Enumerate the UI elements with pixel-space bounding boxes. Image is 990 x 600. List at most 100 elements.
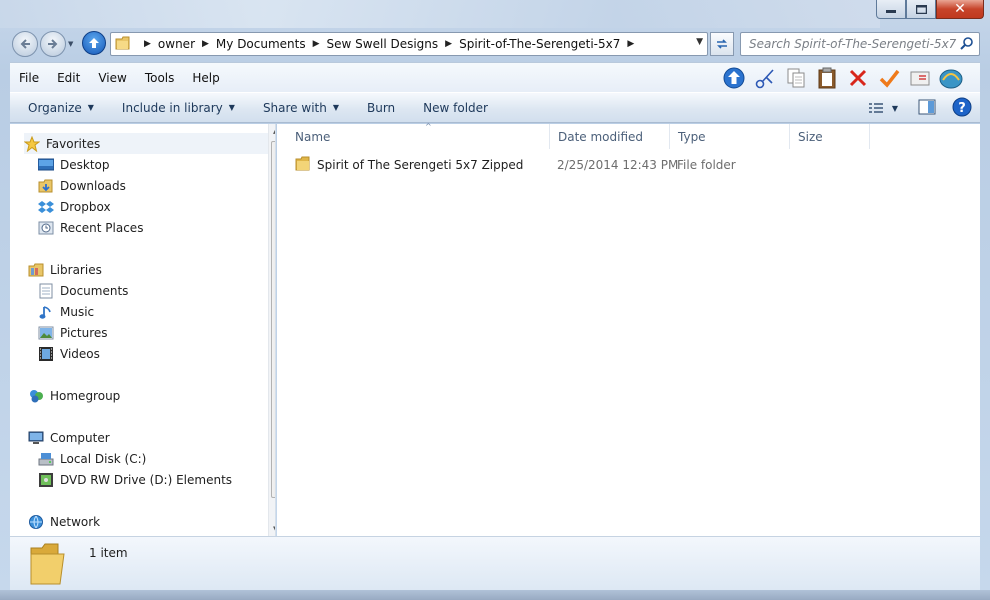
properties-icon: [910, 71, 929, 86]
maximize-button[interactable]: [906, 0, 936, 19]
breadcrumb-current-folder[interactable]: Spirit-of-The-Serengeti-5x7: [459, 37, 620, 51]
nav-dropbox[interactable]: Dropbox: [38, 196, 275, 217]
column-header-type[interactable]: Type: [670, 124, 790, 149]
breadcrumb-chevron-icon[interactable]: ▶: [144, 39, 151, 49]
breadcrumb-chevron-icon[interactable]: ▶: [313, 39, 320, 49]
breadcrumb-sew-swell-designs[interactable]: Sew Swell Designs: [327, 37, 439, 51]
column-header-date-modified[interactable]: Date modified: [550, 124, 670, 149]
scrollbar-thumb[interactable]: [271, 141, 275, 498]
menu-help[interactable]: Help: [183, 71, 228, 85]
nav-favorites[interactable]: Favorites: [24, 133, 274, 154]
nav-computer[interactable]: Computer: [28, 427, 275, 448]
nav-documents[interactable]: Documents: [38, 280, 275, 301]
large-folder-icon: [30, 543, 65, 585]
file-name: Spirit of The Serengeti 5x7 Zipped: [317, 158, 524, 172]
forward-button[interactable]: [40, 31, 66, 57]
scroll-down-icon[interactable]: ▼: [273, 525, 275, 533]
breadcrumb-chevron-icon[interactable]: ▶: [202, 39, 209, 49]
change-view-button[interactable]: [868, 102, 884, 116]
search-input[interactable]: Search Spirit-of-The-Serengeti-5x7: [740, 32, 980, 56]
pictures-icon: [38, 325, 54, 341]
refresh-button[interactable]: [710, 32, 734, 56]
address-history-dropdown[interactable]: ▼: [696, 37, 703, 47]
copy-toolbar-button[interactable]: [780, 65, 811, 91]
forward-arrow-icon: [48, 39, 58, 49]
nav-desktop[interactable]: Desktop: [38, 154, 275, 175]
explorer-window: ✕ ▼ ▶ owner ▶ My Documents ▶ Sew Swell D…: [0, 0, 990, 600]
file-row[interactable]: Spirit of The Serengeti 5x7 Zipped 2/25/…: [295, 154, 975, 176]
breadcrumb-chevron-icon[interactable]: ▶: [627, 39, 634, 49]
desktop-icon: [38, 157, 54, 173]
nav-downloads[interactable]: Downloads: [38, 175, 275, 196]
address-bar[interactable]: ▶ owner ▶ My Documents ▶ Sew Swell Desig…: [110, 32, 708, 56]
recent-places-icon: [38, 220, 54, 236]
command-bar: Organize ▼ Include in library ▼ Share with…: [10, 92, 980, 123]
view-options-dropdown[interactable]: ▼: [892, 104, 898, 113]
close-icon: ✕: [954, 1, 966, 17]
delete-icon: [849, 69, 866, 87]
delete-toolbar-button[interactable]: [842, 65, 873, 91]
menu-edit[interactable]: Edit: [48, 71, 89, 85]
paste-toolbar-button[interactable]: [811, 65, 842, 91]
nav-label: Downloads: [60, 178, 126, 193]
background-window-edge: [0, 590, 990, 600]
menu-file[interactable]: File: [10, 71, 48, 85]
share-with-button[interactable]: Share with ▼: [254, 101, 348, 115]
nav-dvd-drive-d[interactable]: DVD RW Drive (D:) Elements: [38, 469, 275, 490]
up-icon: [723, 67, 744, 89]
column-header-size[interactable]: Size: [790, 124, 870, 149]
chevron-down-icon: ▼: [332, 103, 339, 112]
back-button[interactable]: [12, 31, 38, 57]
back-arrow-icon: [20, 39, 30, 49]
preview-pane-button[interactable]: [918, 99, 936, 118]
nav-pictures[interactable]: Pictures: [38, 322, 275, 343]
recent-pages-dropdown[interactable]: ▼: [68, 40, 73, 48]
help-button[interactable]: ?: [952, 97, 972, 120]
nav-label: Recent Places: [60, 220, 144, 235]
nav-label: DVD RW Drive (D:) Elements: [60, 472, 233, 487]
menu-view[interactable]: View: [89, 71, 135, 85]
nav-music[interactable]: Music: [38, 301, 275, 322]
search-placeholder: Search Spirit-of-The-Serengeti-5x7: [749, 37, 957, 51]
nav-label: Desktop: [60, 157, 110, 172]
include-in-library-button[interactable]: Include in library ▼: [113, 101, 244, 115]
nav-local-disk-c[interactable]: Local Disk (C:): [38, 448, 275, 469]
close-button[interactable]: ✕: [936, 0, 984, 19]
breadcrumb-owner[interactable]: owner: [158, 37, 195, 51]
burn-button[interactable]: Burn: [358, 101, 404, 115]
nav-homegroup[interactable]: Homegroup: [28, 385, 275, 406]
new-folder-button[interactable]: New folder: [414, 101, 497, 115]
nav-label: Videos: [60, 346, 100, 361]
properties-toolbar-button[interactable]: [904, 65, 935, 91]
menu-tools[interactable]: Tools: [136, 71, 184, 85]
cut-icon: [755, 69, 774, 89]
shell-toolbar-button[interactable]: [935, 65, 966, 91]
music-icon: [38, 304, 54, 320]
item-count: 1 item: [89, 546, 128, 560]
network-icon: [28, 514, 44, 530]
nav-network[interactable]: Network: [28, 511, 275, 532]
nav-pane-scrollbar[interactable]: ▲ ▼: [268, 124, 275, 536]
up-toolbar-button[interactable]: [718, 65, 749, 91]
minimize-button[interactable]: [876, 0, 906, 19]
nav-videos[interactable]: Videos: [38, 343, 275, 364]
organize-button[interactable]: Organize ▼: [19, 101, 103, 115]
nav-recent-places[interactable]: Recent Places: [38, 217, 275, 238]
column-header-name[interactable]: Name ^: [287, 122, 550, 149]
checkmark-icon: [879, 69, 899, 88]
folder-icon: [115, 35, 133, 54]
dropbox-icon: [38, 199, 54, 215]
nav-libraries[interactable]: Libraries: [28, 259, 275, 280]
search-icon[interactable]: [959, 36, 975, 52]
nav-label: Favorites: [46, 136, 101, 151]
checkmark-toolbar-button[interactable]: [873, 65, 904, 91]
cut-toolbar-button[interactable]: [749, 65, 780, 91]
scroll-up-icon[interactable]: ▲: [273, 127, 275, 135]
up-level-button[interactable]: [82, 31, 106, 55]
star-icon: [24, 135, 40, 152]
column-size-label: Size: [798, 129, 823, 144]
breadcrumb-my-documents[interactable]: My Documents: [216, 37, 306, 51]
breadcrumb-chevron-icon[interactable]: ▶: [445, 39, 452, 49]
organize-label: Organize: [28, 100, 82, 115]
nav-label: Music: [60, 304, 95, 319]
